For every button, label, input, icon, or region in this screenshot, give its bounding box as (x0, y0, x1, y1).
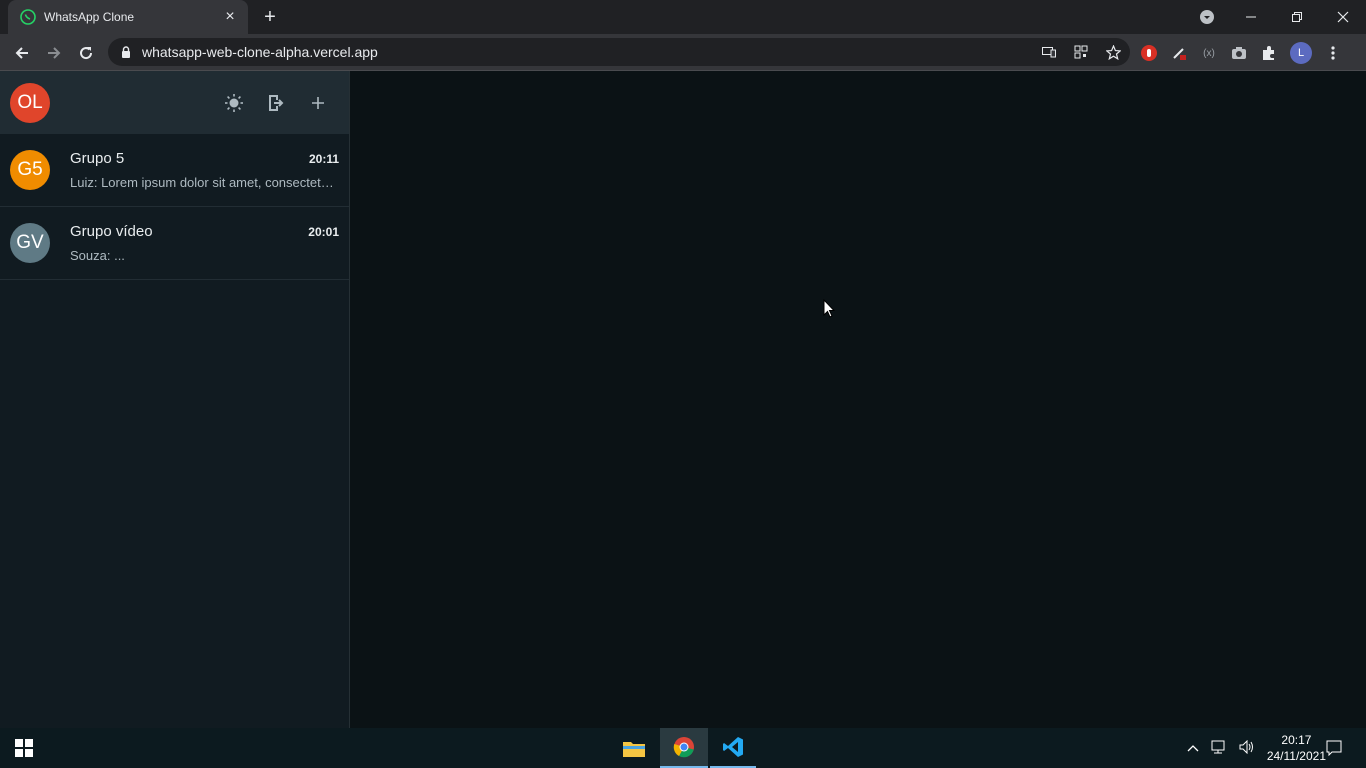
browser-window: WhatsApp Clone × + whatsapp-web-clone-al… (0, 0, 1366, 71)
restore-icon (1292, 12, 1302, 22)
chat-avatar: GV (10, 223, 50, 263)
back-button[interactable] (8, 39, 36, 67)
vscode-icon (723, 737, 743, 757)
puzzle-icon[interactable] (1260, 44, 1278, 62)
chevron-down-icon (1200, 10, 1214, 24)
sun-icon (225, 93, 243, 112)
chat-info: Grupo vídeo 20:01 Souza: ... (70, 223, 339, 263)
network-icon[interactable] (1211, 740, 1227, 757)
chat-last-message: Souza: ... (70, 248, 125, 263)
bookmark-star-icon[interactable] (1104, 43, 1122, 61)
folder-icon (623, 742, 645, 757)
chrome-icon (673, 737, 694, 758)
chat-header-row: Grupo vídeo 20:01 (70, 223, 339, 240)
header-actions (223, 92, 339, 114)
chat-name: Grupo 5 (70, 150, 125, 167)
extensions-area: (x) L (1140, 42, 1342, 64)
close-window-button[interactable] (1320, 0, 1366, 34)
minimize-icon (1246, 16, 1256, 18)
notifications-button[interactable] (1314, 728, 1354, 768)
chat-header-row: Grupo 5 20:11 (70, 150, 339, 167)
tab-whatsapp-clone[interactable]: WhatsApp Clone × (8, 0, 248, 34)
forward-button[interactable] (40, 39, 68, 67)
notification-icon (1326, 740, 1342, 756)
chrome-taskbar-button[interactable] (660, 728, 708, 768)
vscode-taskbar-button[interactable] (710, 728, 756, 768)
new-chat-button[interactable] (307, 92, 329, 114)
chat-avatar: G5 (10, 150, 50, 190)
file-explorer-button[interactable] (610, 728, 658, 768)
lock-icon (122, 46, 130, 58)
minimize-button[interactable] (1228, 0, 1274, 34)
plus-icon (312, 96, 324, 109)
chat-sidebar: OL G5 Grupo 5 20:11 Luiz: Lorem ipsum do… (0, 71, 350, 728)
omnibox-actions (1040, 38, 1122, 66)
camera-icon[interactable] (1230, 44, 1248, 62)
logout-icon (269, 94, 284, 111)
theme-toggle-button[interactable] (223, 92, 245, 114)
install-app-icon[interactable] (1040, 43, 1058, 61)
chat-list-item[interactable]: G5 Grupo 5 20:11 Luiz: Lorem ipsum dolor… (0, 134, 349, 207)
close-tab-icon[interactable]: × (222, 9, 238, 25)
chat-time: 20:01 (308, 225, 339, 239)
volume-icon[interactable] (1239, 739, 1255, 757)
qr-code-icon[interactable] (1072, 43, 1090, 61)
windows-logo-icon (15, 739, 33, 757)
chat-name: Grupo vídeo (70, 223, 153, 240)
whatsapp-icon (20, 9, 36, 25)
chat-time: 20:11 (308, 152, 339, 166)
system-tray: 20:17 24/11/2021 (1187, 728, 1326, 768)
tab-title: WhatsApp Clone (44, 10, 135, 24)
arrow-left-icon (15, 47, 28, 59)
arrow-right-icon (48, 47, 61, 59)
reload-icon (80, 47, 93, 60)
new-tab-button[interactable]: + (258, 6, 282, 28)
url-text: whatsapp-web-clone-alpha.vercel.app (142, 44, 378, 60)
logout-button[interactable] (265, 92, 287, 114)
address-bar[interactable]: whatsapp-web-clone-alpha.vercel.app (108, 38, 1130, 66)
windows-taskbar: 20:17 24/11/2021 (0, 728, 1366, 768)
chat-last-message: Luiz: Lorem ipsum dolor sit amet, consec… (70, 175, 339, 190)
pen-extension-icon[interactable] (1170, 44, 1188, 62)
user-avatar[interactable]: OL (10, 82, 50, 123)
tab-search-button[interactable] (1184, 0, 1230, 34)
variable-extension-icon[interactable]: (x) (1200, 44, 1218, 62)
close-icon (1337, 11, 1349, 23)
tab-strip: WhatsApp Clone × + (0, 0, 1366, 34)
mouse-cursor-icon (823, 299, 835, 318)
more-menu-icon[interactable] (1324, 44, 1342, 62)
conversation-panel (350, 71, 1366, 728)
reload-button[interactable] (72, 39, 100, 67)
restore-button[interactable] (1274, 0, 1320, 34)
chat-info: Grupo 5 20:11 Luiz: Lorem ipsum dolor si… (70, 150, 339, 190)
browser-toolbar: whatsapp-web-clone-alpha.vercel.app (x) … (0, 34, 1366, 71)
chat-list-item[interactable]: GV Grupo vídeo 20:01 Souza: ... (0, 207, 349, 280)
sidebar-header: OL (0, 71, 349, 134)
hand-stop-extension-icon[interactable] (1140, 44, 1158, 62)
show-hidden-icons-icon[interactable] (1187, 741, 1199, 755)
profile-avatar[interactable]: L (1290, 42, 1312, 64)
start-button[interactable] (0, 728, 48, 768)
